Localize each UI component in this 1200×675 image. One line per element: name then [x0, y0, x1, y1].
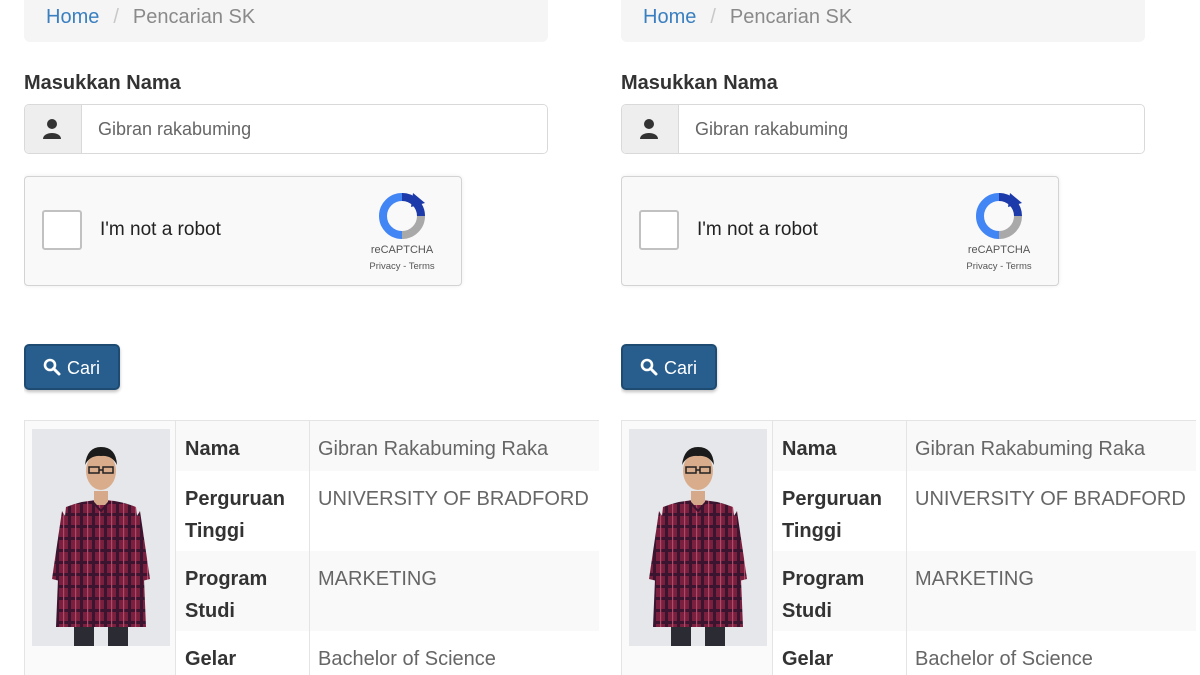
- result-table: Nama Gibran Rakabuming Raka Perguruan Ti…: [24, 420, 599, 675]
- breadcrumb-current: Pencarian SK: [132, 6, 256, 28]
- breadcrumb-separator: /: [113, 6, 119, 28]
- result-value-perguruan-tinggi: UNIVERSITY OF BRADFORD: [318, 488, 589, 510]
- user-icon: [25, 105, 82, 153]
- profile-photo: [32, 429, 170, 646]
- name-search-input[interactable]: [679, 105, 1144, 153]
- breadcrumb-home-link[interactable]: Home: [643, 6, 696, 28]
- search-button[interactable]: Cari: [621, 344, 717, 390]
- recaptcha-logo-icon: [976, 193, 1022, 239]
- result-row-gelar: Gelar Bachelor of Science: [773, 631, 1196, 675]
- recaptcha-privacy-terms[interactable]: Privacy - Terms: [359, 261, 445, 272]
- recaptcha-logo-icon: [379, 193, 425, 239]
- recaptcha-widget: I'm not a robot reCAPTCHA Privacy - Term…: [621, 176, 1059, 286]
- breadcrumb-separator: /: [710, 6, 716, 28]
- profile-photo: [629, 429, 767, 646]
- result-label-nama: Nama: [773, 421, 907, 471]
- recaptcha-checkbox[interactable]: [42, 210, 82, 250]
- photo-cell: [622, 421, 773, 675]
- recaptcha-privacy-terms[interactable]: Privacy - Terms: [956, 261, 1042, 272]
- name-field-label: Masukkan Nama: [621, 72, 778, 94]
- search-button-label: Cari: [67, 358, 101, 378]
- result-row-nama: Nama Gibran Rakabuming Raka: [176, 421, 599, 472]
- result-row-gelar: Gelar Bachelor of Science: [176, 631, 599, 675]
- recaptcha-label: I'm not a robot: [100, 219, 221, 240]
- breadcrumb: Home / Pencarian SK: [621, 0, 1145, 42]
- result-value-gelar: Bachelor of Science: [915, 648, 1093, 670]
- result-label-perguruan-tinggi: Perguruan Tinggi: [176, 471, 310, 551]
- recaptcha-label: I'm not a robot: [697, 219, 818, 240]
- result-value-nama: Gibran Rakabuming Raka: [915, 438, 1146, 460]
- photo-cell: [25, 421, 176, 675]
- search-panel-right: Home / Pencarian SK Masukkan Nama I'm not …: [621, 0, 1196, 675]
- result-label-program-studi: Program Studi: [773, 551, 907, 631]
- result-row-perguruan-tinggi: Perguruan Tinggi UNIVERSITY OF BRADFORD: [773, 471, 1196, 552]
- recaptcha-brand: reCAPTCHA: [370, 244, 434, 256]
- name-input-group: [621, 104, 1145, 154]
- recaptcha-checkbox[interactable]: [639, 210, 679, 250]
- result-value-gelar: Bachelor of Science: [318, 648, 496, 670]
- result-label-nama: Nama: [176, 421, 310, 471]
- result-table: Nama Gibran Rakabuming Raka Perguruan Ti…: [621, 420, 1196, 675]
- result-label-program-studi: Program Studi: [176, 551, 310, 631]
- result-label-gelar: Gelar: [176, 631, 310, 675]
- breadcrumb-current: Pencarian SK: [729, 6, 853, 28]
- name-field-label: Masukkan Nama: [24, 72, 181, 94]
- search-button[interactable]: Cari: [24, 344, 120, 390]
- recaptcha-brand: reCAPTCHA: [967, 244, 1031, 256]
- result-value-program-studi: MARKETING: [915, 568, 1034, 590]
- result-value-nama: Gibran Rakabuming Raka: [318, 438, 549, 460]
- result-label-gelar: Gelar: [773, 631, 907, 675]
- result-value-perguruan-tinggi: UNIVERSITY OF BRADFORD: [915, 488, 1186, 510]
- recaptcha-widget: I'm not a robot reCAPTCHA Privacy - Term…: [24, 176, 462, 286]
- breadcrumb: Home / Pencarian SK: [24, 0, 548, 42]
- result-row-program-studi: Program Studi MARKETING: [176, 551, 599, 632]
- name-input-group: [24, 104, 548, 154]
- result-row-nama: Nama Gibran Rakabuming Raka: [773, 421, 1196, 472]
- result-row-program-studi: Program Studi MARKETING: [773, 551, 1196, 632]
- user-icon: [622, 105, 679, 153]
- result-label-perguruan-tinggi: Perguruan Tinggi: [773, 471, 907, 551]
- breadcrumb-home-link[interactable]: Home: [46, 6, 99, 28]
- search-icon: [43, 358, 61, 376]
- name-search-input[interactable]: [82, 105, 547, 153]
- search-button-label: Cari: [664, 358, 698, 378]
- search-icon: [640, 358, 658, 376]
- search-panel-left: Home / Pencarian SK Masukkan Nama I'm not …: [24, 0, 599, 675]
- result-value-program-studi: MARKETING: [318, 568, 437, 590]
- result-row-perguruan-tinggi: Perguruan Tinggi UNIVERSITY OF BRADFORD: [176, 471, 599, 552]
